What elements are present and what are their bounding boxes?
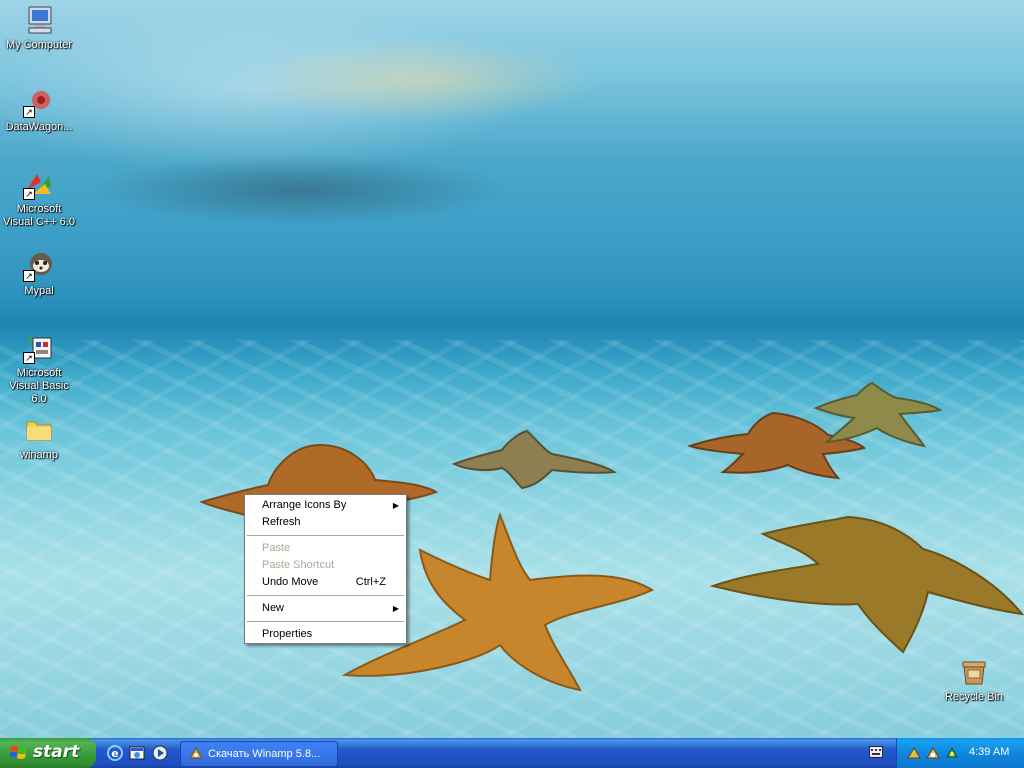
winamp-window-icon [188, 746, 204, 762]
menu-item-paste-shortcut[interactable]: Paste Shortcut [245, 557, 406, 574]
svg-text:e: e [111, 747, 118, 760]
start-button[interactable]: start [0, 738, 96, 768]
menu-item-properties[interactable]: Properties [245, 626, 406, 643]
menu-item-undo-move[interactable]: Undo Move Ctrl+Z [245, 574, 406, 591]
submenu-arrow-icon: ▶ [392, 604, 399, 613]
show-desktop-icon[interactable] [128, 744, 146, 762]
menu-item-arrange-icons-by[interactable]: Arrange Icons By ▶ [245, 497, 406, 514]
keyboard-language-icon[interactable] [869, 746, 883, 758]
folder-icon [23, 414, 55, 446]
tray-icon-1[interactable] [906, 745, 922, 761]
menu-item-label: Undo Move [262, 576, 319, 588]
menu-item-label: Properties [262, 628, 313, 640]
shortcut-arrow-icon: ↗ [23, 352, 35, 364]
media-player-icon[interactable] [151, 744, 169, 762]
menu-separator [247, 535, 404, 536]
clock[interactable]: 4:39 AM [969, 746, 1009, 758]
desktop-icon-winamp-folder[interactable]: winamp [1, 414, 77, 462]
my-computer-icon [23, 4, 55, 36]
desktop-icon-label: Mypal [24, 285, 54, 297]
shortcut-arrow-icon: ↗ [23, 106, 35, 118]
menu-item-paste[interactable]: Paste [245, 540, 406, 557]
menu-item-shortcut: Ctrl+Z [355, 576, 386, 588]
shortcut-arrow-icon: ↗ [23, 270, 35, 282]
taskbar-button-winamp-download[interactable]: Скачать Winamp 5.8... [180, 741, 338, 767]
menu-item-label: New [262, 602, 285, 614]
tray-icon-3[interactable] [944, 745, 960, 761]
menu-separator [247, 621, 404, 622]
shortcut-arrow-icon: ↗ [23, 188, 35, 200]
taskbar: start e Скачать Winamp 5.8... 4:39 AM [0, 738, 1024, 768]
visual-cpp-icon: ↗ [23, 168, 55, 200]
desktop-icon-visual-cpp[interactable]: ↗ Microsoft Visual C++ 6.0 [1, 168, 77, 229]
windows-flag-icon [9, 745, 28, 761]
menu-item-label: Paste Shortcut [262, 559, 335, 571]
desktop-icon-label: Recycle Bin [944, 691, 1004, 703]
desktop-icon-mypal[interactable]: ↗ Mypal [1, 250, 77, 298]
desktop-icon-label: Microsoft Visual C++ 6.0 [3, 203, 75, 228]
desktop-icon-label: DataWagon... [5, 121, 73, 133]
menu-item-label: Arrange Icons By [262, 499, 347, 511]
recycle-bin-icon [958, 656, 990, 688]
system-tray: 4:39 AM [896, 738, 1024, 768]
desktop-icon-recycle-bin[interactable]: Recycle Bin [936, 656, 1012, 704]
tray-icon-2[interactable] [925, 745, 941, 761]
desktop-context-menu: Arrange Icons By ▶ Refresh Paste Paste S… [244, 494, 407, 644]
taskbar-button-label: Скачать Winamp 5.8... [208, 748, 321, 760]
desktop-icon-my-computer[interactable]: My Computer [1, 4, 77, 52]
desktop-icon-label: My Computer [5, 39, 73, 51]
menu-item-label: Paste [262, 542, 291, 554]
visual-basic-icon: ↗ [23, 332, 55, 364]
datawagon-icon: ↗ [23, 86, 55, 118]
starfish-far-right [813, 381, 942, 448]
starfish-bottom-right [709, 515, 1024, 654]
desktop-icon-visual-basic[interactable]: ↗ Microsoft Visual Basic 6.0 [1, 332, 77, 406]
menu-item-refresh[interactable]: Refresh [245, 514, 406, 531]
submenu-arrow-icon: ▶ [392, 501, 399, 510]
desktop[interactable]: My Computer ↗ DataWagon... ↗ Microsoft V… [0, 0, 1024, 738]
menu-item-label: Refresh [262, 516, 301, 528]
starfish-back [452, 429, 617, 490]
desktop-icon-label: winamp [20, 449, 58, 461]
menu-item-new[interactable]: New ▶ [245, 600, 406, 617]
desktop-icon-datawagon[interactable]: ↗ DataWagon... [1, 86, 77, 134]
desktop-icon-label: Microsoft Visual Basic 6.0 [9, 367, 69, 405]
internet-explorer-icon[interactable]: e [106, 744, 124, 762]
start-label: start [33, 742, 80, 762]
mypal-icon: ↗ [23, 250, 55, 282]
menu-separator [247, 595, 404, 596]
